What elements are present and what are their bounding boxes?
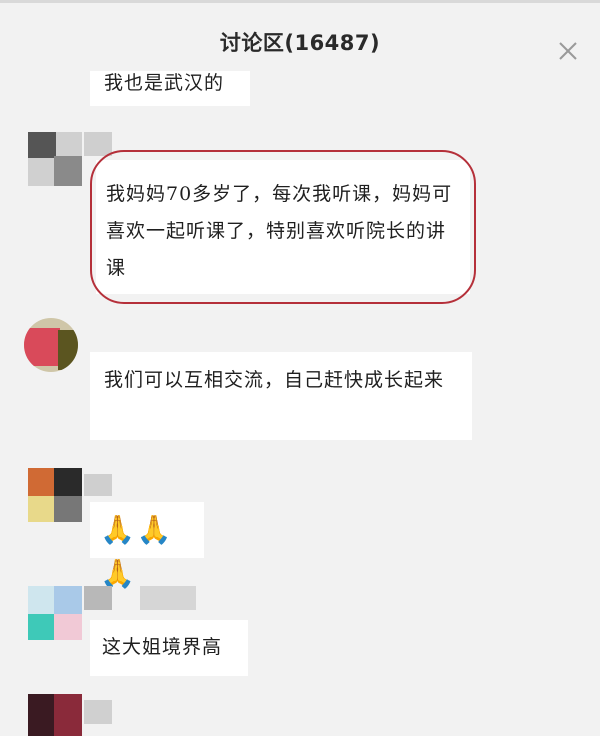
username-blur	[84, 586, 112, 610]
message-text: 这大姐境界高	[102, 636, 223, 658]
avatar[interactable]	[28, 586, 82, 640]
avatar[interactable]	[24, 318, 78, 372]
discussion-list[interactable]: 我也是武汉的 我妈妈70多岁了，每次我听课，妈妈可喜欢一起听课了，特别喜欢听院长…	[0, 0, 600, 736]
avatar[interactable]	[28, 132, 82, 186]
message-bubble: 🙏🙏🙏	[90, 502, 204, 590]
message-text: 我也是武汉的	[104, 72, 225, 94]
header-bar: 讨论区(16487)	[0, 3, 600, 71]
close-icon[interactable]	[556, 39, 580, 63]
username-blur	[84, 474, 112, 496]
avatar[interactable]	[28, 468, 82, 522]
avatar[interactable]	[28, 694, 82, 736]
pray-emoji: 🙏🙏🙏	[100, 513, 174, 590]
username-blur	[140, 586, 196, 610]
message-text: 我们可以互相交流，自己赶快成长起来	[104, 369, 445, 391]
page-title: 讨论区(16487)	[219, 31, 381, 55]
message-bubble: 我们可以互相交流，自己赶快成长起来	[90, 352, 472, 440]
username-blur	[84, 132, 112, 156]
username-blur	[84, 700, 112, 724]
highlight-outline	[90, 150, 476, 304]
message-bubble: 这大姐境界高	[90, 620, 248, 676]
